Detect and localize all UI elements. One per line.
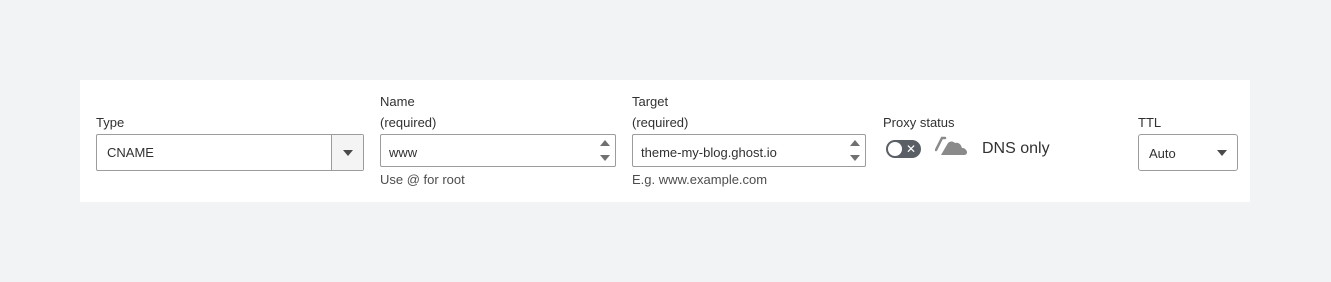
target-input-value: theme-my-blog.ghost.io — [641, 145, 777, 160]
proxy-toggle[interactable]: ✕ — [886, 140, 921, 158]
chevron-down-icon — [343, 150, 353, 156]
target-spinner[interactable] — [849, 138, 861, 164]
target-hint: E.g. www.example.com — [632, 172, 768, 187]
ttl-select-value: Auto — [1149, 146, 1176, 161]
proxy-status-text: DNS only — [982, 140, 1050, 157]
dns-record-form: Type CNAME Name (required) www Use @ for… — [80, 80, 1250, 202]
type-label: Type — [96, 115, 125, 130]
type-select[interactable]: CNAME — [96, 134, 364, 171]
spinner-up-icon[interactable] — [850, 140, 860, 146]
chevron-down-icon — [1217, 150, 1227, 156]
target-input[interactable]: theme-my-blog.ghost.io — [632, 134, 866, 167]
type-select-value: CNAME — [107, 145, 154, 160]
target-required-label: (required) — [632, 115, 689, 130]
name-required-label: (required) — [380, 115, 437, 130]
cloud-off-icon — [935, 136, 968, 155]
toggle-knob — [888, 142, 902, 156]
close-icon: ✕ — [906, 142, 917, 156]
ttl-label: TTL — [1138, 115, 1162, 130]
name-input[interactable]: www — [380, 134, 616, 167]
spinner-down-icon[interactable] — [850, 155, 860, 161]
name-input-value: www — [389, 145, 418, 160]
spinner-down-icon[interactable] — [600, 155, 610, 161]
proxy-status-label: Proxy status — [883, 115, 955, 130]
type-dropdown-button[interactable] — [331, 135, 363, 170]
name-hint: Use @ for root — [380, 172, 465, 187]
name-label: Name — [380, 94, 415, 109]
target-label: Target — [632, 94, 669, 109]
spinner-up-icon[interactable] — [600, 140, 610, 146]
name-spinner[interactable] — [599, 138, 611, 164]
ttl-select[interactable]: Auto — [1138, 134, 1238, 171]
